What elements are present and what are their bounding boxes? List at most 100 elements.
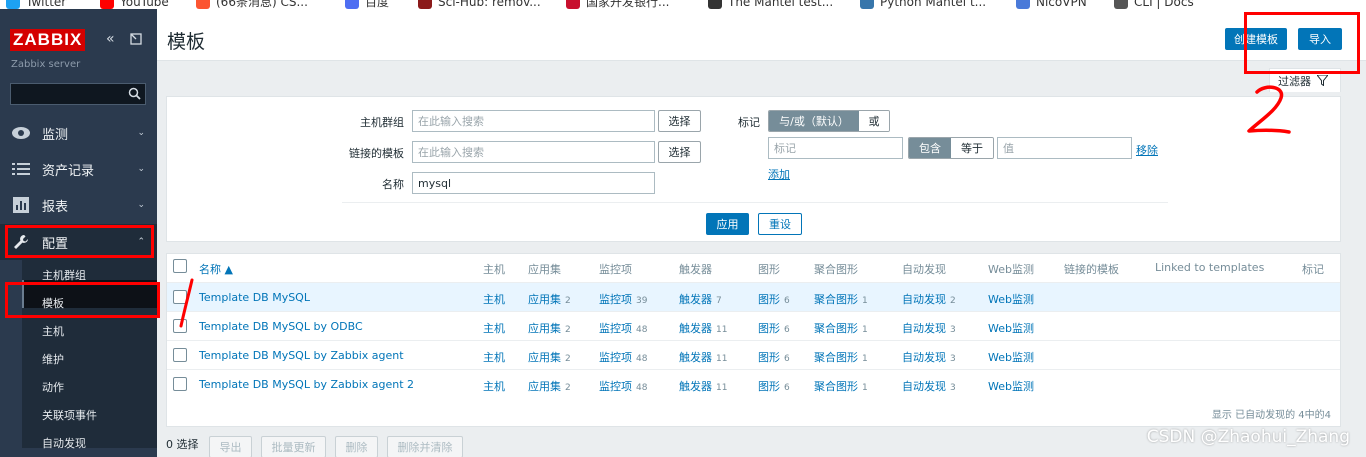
equals-option[interactable]: 等于 xyxy=(951,138,993,158)
python-icon xyxy=(860,0,874,9)
items-link[interactable]: 监控项 48 xyxy=(599,320,647,336)
bookmark-nicovpn[interactable]: NicoVPN xyxy=(1016,0,1087,9)
applications-link[interactable]: 应用集 2 xyxy=(528,291,571,307)
apply-button[interactable]: 应用 xyxy=(706,213,749,235)
applications-link[interactable]: 应用集 2 xyxy=(528,349,571,365)
and-or-option[interactable]: 与/或（默认） xyxy=(769,111,859,131)
screens-link[interactable]: 聚合图形 1 xyxy=(814,291,868,307)
csdn-icon xyxy=(196,0,210,9)
selected-count: 0 选择 xyxy=(166,438,199,451)
submenu-discovery[interactable]: 自动发现 xyxy=(42,435,86,451)
graphs-link[interactable]: 图形 6 xyxy=(758,378,790,394)
menu-reports[interactable]: 报表 ⌄ xyxy=(0,187,157,223)
submenu-maintenance[interactable]: 维护 xyxy=(42,351,64,367)
applications-link[interactable]: 应用集 2 xyxy=(528,378,571,394)
web-link[interactable]: Web监测 xyxy=(988,320,1034,336)
bookmark-twitter[interactable]: Twitter xyxy=(6,0,66,9)
delete-button[interactable]: 删除 xyxy=(335,436,378,457)
hosts-link[interactable]: 主机 xyxy=(483,291,505,307)
bookmark-scihub[interactable]: Sci-Hub: remov... xyxy=(418,0,541,9)
bookmark-mantel-test[interactable]: The Mantel test... xyxy=(708,0,833,9)
host-groups-input[interactable]: 在此输入搜索 xyxy=(412,110,655,132)
zabbix-logo[interactable]: ZABBIX xyxy=(10,29,86,51)
github-icon xyxy=(708,0,722,9)
items-link[interactable]: 监控项 39 xyxy=(599,291,647,307)
remove-tag-link[interactable]: 移除 xyxy=(1136,142,1158,158)
server-name: Zabbix server xyxy=(11,59,81,70)
triggers-link[interactable]: 触发器 11 xyxy=(679,349,727,365)
name-input[interactable]: mysql xyxy=(412,172,655,194)
collapse-sidebar-icon[interactable]: « xyxy=(106,31,115,47)
tag-value-input[interactable]: 值 xyxy=(997,137,1132,159)
menu-monitoring[interactable]: 监测 ⌄ xyxy=(0,115,157,151)
mass-update-button[interactable]: 批量更新 xyxy=(261,436,326,457)
submenu-hosts[interactable]: 主机 xyxy=(42,323,64,339)
screens-link[interactable]: 聚合图形 1 xyxy=(814,378,868,394)
discovery-link[interactable]: 自动发现 3 xyxy=(902,349,956,365)
items-link[interactable]: 监控项 48 xyxy=(599,378,647,394)
hosts-link[interactable]: 主机 xyxy=(483,320,505,336)
graphs-link[interactable]: 图形 6 xyxy=(758,349,790,365)
screens-link[interactable]: 聚合图形 1 xyxy=(814,320,868,336)
tag-operator-toggle: 包含 等于 xyxy=(908,137,994,159)
page-header: 模板 xyxy=(157,9,1366,61)
delete-and-clear-button[interactable]: 删除并清除 xyxy=(387,436,463,457)
graphs-link[interactable]: 图形 6 xyxy=(758,320,790,336)
table-summary: 显示 已自动发现的 4中的4 xyxy=(1211,410,1331,421)
submenu-event-correlation[interactable]: 关联项事件 xyxy=(42,407,97,423)
row-checkbox[interactable] xyxy=(173,348,187,362)
bookmark-cli-docs[interactable]: CLI | Docs xyxy=(1114,0,1194,9)
annotation-mark-2 xyxy=(1247,85,1291,134)
kiosk-mode-icon[interactable] xyxy=(130,33,142,49)
twitter-icon xyxy=(6,0,20,9)
select-all-checkbox[interactable] xyxy=(173,259,187,273)
menu-inventory[interactable]: 资产记录 ⌄ xyxy=(0,151,157,187)
linked-templates-select-button[interactable]: 选择 xyxy=(658,141,701,163)
template-name-link[interactable]: Template DB MySQL by Zabbix agent 2 xyxy=(199,378,414,391)
triggers-link[interactable]: 触发器 11 xyxy=(679,320,727,336)
add-tag-link[interactable]: 添加 xyxy=(768,166,790,182)
name-label: 名称 xyxy=(382,178,404,191)
hosts-link[interactable]: 主机 xyxy=(483,378,505,394)
web-link[interactable]: Web监测 xyxy=(988,291,1034,307)
search-icon[interactable] xyxy=(128,87,141,100)
linked-templates-input[interactable]: 在此输入搜索 xyxy=(412,141,655,163)
tag-name-input[interactable]: 标记 xyxy=(768,137,903,159)
bookmark-youtube[interactable]: YouTube xyxy=(100,0,169,9)
row-checkbox[interactable] xyxy=(173,377,187,391)
screens-link[interactable]: 聚合图形 1 xyxy=(814,349,868,365)
submenu-host-groups[interactable]: 主机群组 xyxy=(42,267,86,283)
bookmark-python-mantel[interactable]: Python Mantel t... xyxy=(860,0,986,9)
bookmark-cdb[interactable]: 国家开发银行... xyxy=(566,0,669,9)
web-link[interactable]: Web监测 xyxy=(988,378,1034,394)
graphs-link[interactable]: 图形 6 xyxy=(758,291,790,307)
template-name-link[interactable]: Template DB MySQL by Zabbix agent xyxy=(199,349,404,362)
or-option[interactable]: 或 xyxy=(859,111,889,131)
export-button[interactable]: 导出 xyxy=(209,436,252,457)
bookmark-csdn[interactable]: (66条消息) CS... xyxy=(196,0,308,9)
contains-option[interactable]: 包含 xyxy=(909,138,951,158)
applications-link[interactable]: 应用集 2 xyxy=(528,320,571,336)
cdb-icon xyxy=(566,0,580,9)
header-name[interactable]: 名称 ▲ xyxy=(199,261,233,277)
reset-button[interactable]: 重设 xyxy=(758,213,802,235)
discovery-link[interactable]: 自动发现 3 xyxy=(902,320,956,336)
hosts-link[interactable]: 主机 xyxy=(483,349,505,365)
submenu-actions[interactable]: 动作 xyxy=(42,379,64,395)
header-triggers: 触发器 xyxy=(679,263,712,276)
template-name-link[interactable]: Template DB MySQL by ODBC xyxy=(199,320,363,333)
template-name-link[interactable]: Template DB MySQL xyxy=(199,291,310,304)
discovery-link[interactable]: 自动发现 2 xyxy=(902,291,956,307)
triggers-link[interactable]: 触发器 7 xyxy=(679,291,722,307)
triggers-link[interactable]: 触发器 11 xyxy=(679,378,727,394)
host-groups-select-button[interactable]: 选择 xyxy=(658,110,701,132)
items-link[interactable]: 监控项 48 xyxy=(599,349,647,365)
bookmark-baidu[interactable]: 百度 xyxy=(345,0,389,9)
tags-evaltype-toggle: 与/或（默认） 或 xyxy=(768,110,890,132)
header-screens: 聚合图形 xyxy=(814,263,858,276)
sidebar-search-input[interactable] xyxy=(10,83,146,105)
chevron-down-icon: ⌄ xyxy=(137,200,145,210)
table-row: Template DB MySQL by Zabbix agent 主机 应用集… xyxy=(167,340,1340,369)
web-link[interactable]: Web监测 xyxy=(988,349,1034,365)
discovery-link[interactable]: 自动发现 3 xyxy=(902,378,956,394)
